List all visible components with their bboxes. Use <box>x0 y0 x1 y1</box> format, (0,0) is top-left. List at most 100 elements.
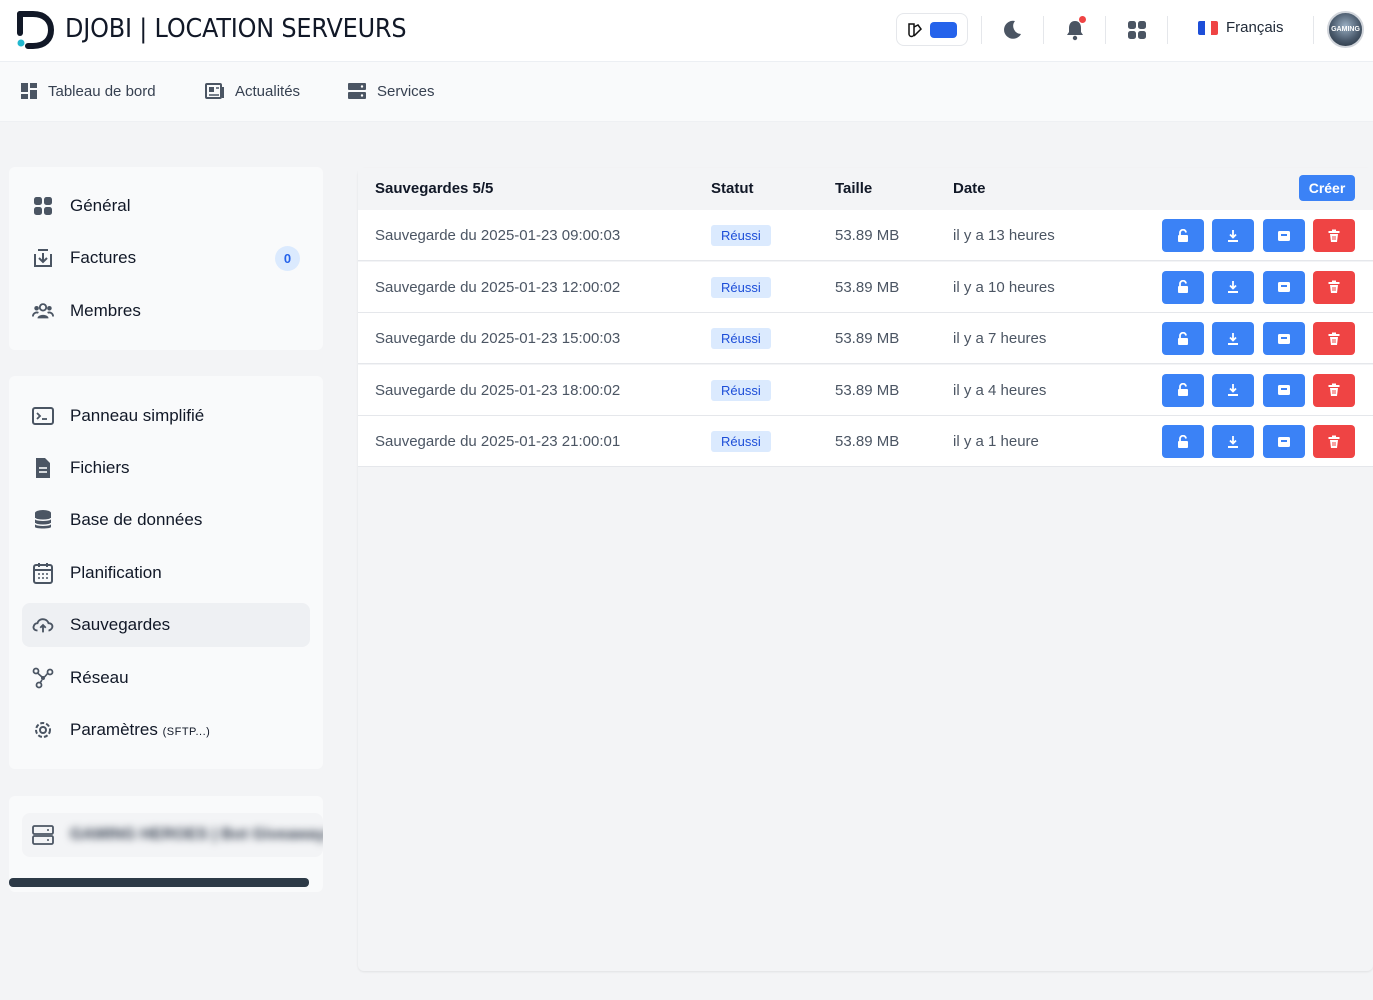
delete-button[interactable] <box>1313 425 1355 458</box>
unlock-icon <box>1176 280 1190 294</box>
sidebar-item-invoices[interactable]: Factures 0 <box>22 236 310 280</box>
app-title: DJOBI | LOCATION SERVEURS <box>65 14 407 44</box>
download-icon <box>1226 332 1240 346</box>
server-icon <box>348 83 366 99</box>
backup-date: il y a 10 heures <box>953 278 1055 296</box>
grid-icon <box>32 195 54 217</box>
dark-mode-button[interactable] <box>998 16 1026 44</box>
logo-icon[interactable] <box>16 11 54 49</box>
nav-news[interactable]: Actualités <box>205 82 300 100</box>
moon-icon <box>1004 20 1021 39</box>
delete-button[interactable] <box>1313 373 1355 407</box>
sidebar-item-suffix: (SFTP...) <box>162 726 211 738</box>
server-selector[interactable]: GAMING HEROES | Bot Giveaways <box>22 813 323 857</box>
delete-button[interactable] <box>1313 219 1355 252</box>
user-avatar[interactable]: GAMING <box>1327 11 1364 48</box>
file-icon <box>32 457 54 479</box>
france-flag-icon <box>1198 20 1218 35</box>
create-backup-button[interactable]: Créer <box>1299 175 1355 201</box>
sidebar-item-schedule[interactable]: Planification <box>22 551 310 595</box>
download-button[interactable] <box>1212 373 1254 407</box>
backup-date: il y a 7 heures <box>953 330 1047 347</box>
sidebar-item-label-wrap: Paramètres (SFTP...) <box>70 720 210 740</box>
dashboard-icon <box>21 83 37 99</box>
table-row: Sauvegarde du 2025-01-23 15:00:03 Réussi 5… <box>358 313 1373 364</box>
cloud-upload-icon <box>32 614 54 636</box>
sidebar-item-backups[interactable]: Sauvegardes <box>22 603 310 647</box>
lock-toggle-button[interactable] <box>1162 219 1204 252</box>
download-button[interactable] <box>1212 322 1254 355</box>
backups-panel: Sauvegardes 5/5 Statut Taille Date Créer… <box>358 168 1373 971</box>
header-divider <box>1043 16 1044 44</box>
notifications-button[interactable] <box>1061 15 1089 44</box>
trash-icon <box>1327 229 1341 243</box>
download-button[interactable] <box>1212 425 1254 458</box>
theme-switch[interactable] <box>930 21 957 38</box>
nav-dashboard[interactable]: Tableau de bord <box>20 82 156 100</box>
theme-toggle[interactable] <box>896 13 968 46</box>
apps-button[interactable] <box>1123 16 1151 44</box>
header-divider <box>1105 16 1106 44</box>
lock-toggle-button[interactable] <box>1162 373 1204 407</box>
backup-date: il y a 4 heures <box>953 381 1047 399</box>
sidebar-item-settings[interactable]: Paramètres (SFTP...) <box>22 708 310 752</box>
sidebar-item-simple-panel[interactable]: Panneau simplifié <box>22 394 310 438</box>
lock-toggle-button[interactable] <box>1162 322 1204 355</box>
restore-button[interactable] <box>1263 219 1305 252</box>
sidebar-item-label: Membres <box>70 301 141 320</box>
restore-button[interactable] <box>1263 270 1305 304</box>
language-selector[interactable]: Français <box>1198 19 1284 36</box>
server-icon <box>32 824 54 846</box>
sidebar-item-files[interactable]: Fichiers <box>22 446 310 490</box>
backup-name: Sauvegarde du 2025-01-23 18:00:02 <box>375 381 621 399</box>
nav-services[interactable]: Services <box>347 82 435 100</box>
backups-title: Sauvegardes 5/5 <box>375 180 494 197</box>
trash-icon <box>1327 435 1341 449</box>
delete-button[interactable] <box>1313 270 1355 304</box>
sidebar-item-general[interactable]: Général <box>22 184 310 228</box>
restore-button[interactable] <box>1263 373 1305 407</box>
unlock-icon <box>1176 434 1190 449</box>
sidebar-item-label: Panneau simplifié <box>70 406 205 425</box>
download-icon <box>1226 383 1240 397</box>
invoice-icon <box>32 247 54 269</box>
status-badge: Réussi <box>711 431 771 452</box>
unlock-icon <box>1176 383 1190 397</box>
delete-button[interactable] <box>1313 322 1355 355</box>
table-header: Sauvegardes 5/5 Statut Taille Date Créer <box>358 168 1373 210</box>
settings-icon <box>32 719 54 741</box>
header-divider <box>1313 16 1314 44</box>
header-divider <box>1167 16 1168 44</box>
lock-toggle-button[interactable] <box>1162 425 1204 458</box>
download-icon <box>1226 280 1240 294</box>
column-date: Date <box>953 180 986 197</box>
database-icon <box>32 509 54 531</box>
sidebar-item-label: Sauvegardes <box>70 615 171 634</box>
terminal-icon <box>32 405 54 427</box>
invoice-count-badge: 0 <box>275 245 300 271</box>
archive-icon <box>1277 332 1291 346</box>
sidebar-item-label: Factures <box>70 248 137 267</box>
trash-icon <box>1327 280 1341 294</box>
restore-button[interactable] <box>1263 322 1305 355</box>
unlock-icon <box>1176 228 1190 243</box>
network-icon <box>32 667 54 689</box>
calendar-icon <box>32 562 54 584</box>
sidebar-item-label: Général <box>70 196 131 215</box>
archive-icon <box>1277 280 1291 294</box>
backup-name: Sauvegarde du 2025-01-23 15:00:03 <box>375 330 621 347</box>
lock-toggle-button[interactable] <box>1162 270 1204 304</box>
restore-button[interactable] <box>1263 425 1305 458</box>
sidebar-item-members[interactable]: Membres <box>22 289 310 333</box>
sidebar-item-database[interactable]: Base de données <box>22 498 310 542</box>
download-button[interactable] <box>1212 219 1254 252</box>
sidebar-item-network[interactable]: Réseau <box>22 656 310 700</box>
sidebar-scrollbar[interactable] <box>9 878 309 887</box>
users-icon <box>32 300 54 322</box>
status-badge: Réussi <box>711 379 771 401</box>
sidebar-item-label: Paramètres <box>70 720 158 739</box>
backup-size: 53.89 MB <box>835 227 900 244</box>
main-nav: Tableau de bord Actualités Services <box>0 62 1373 122</box>
archive-icon <box>1277 383 1291 397</box>
download-button[interactable] <box>1212 270 1254 304</box>
